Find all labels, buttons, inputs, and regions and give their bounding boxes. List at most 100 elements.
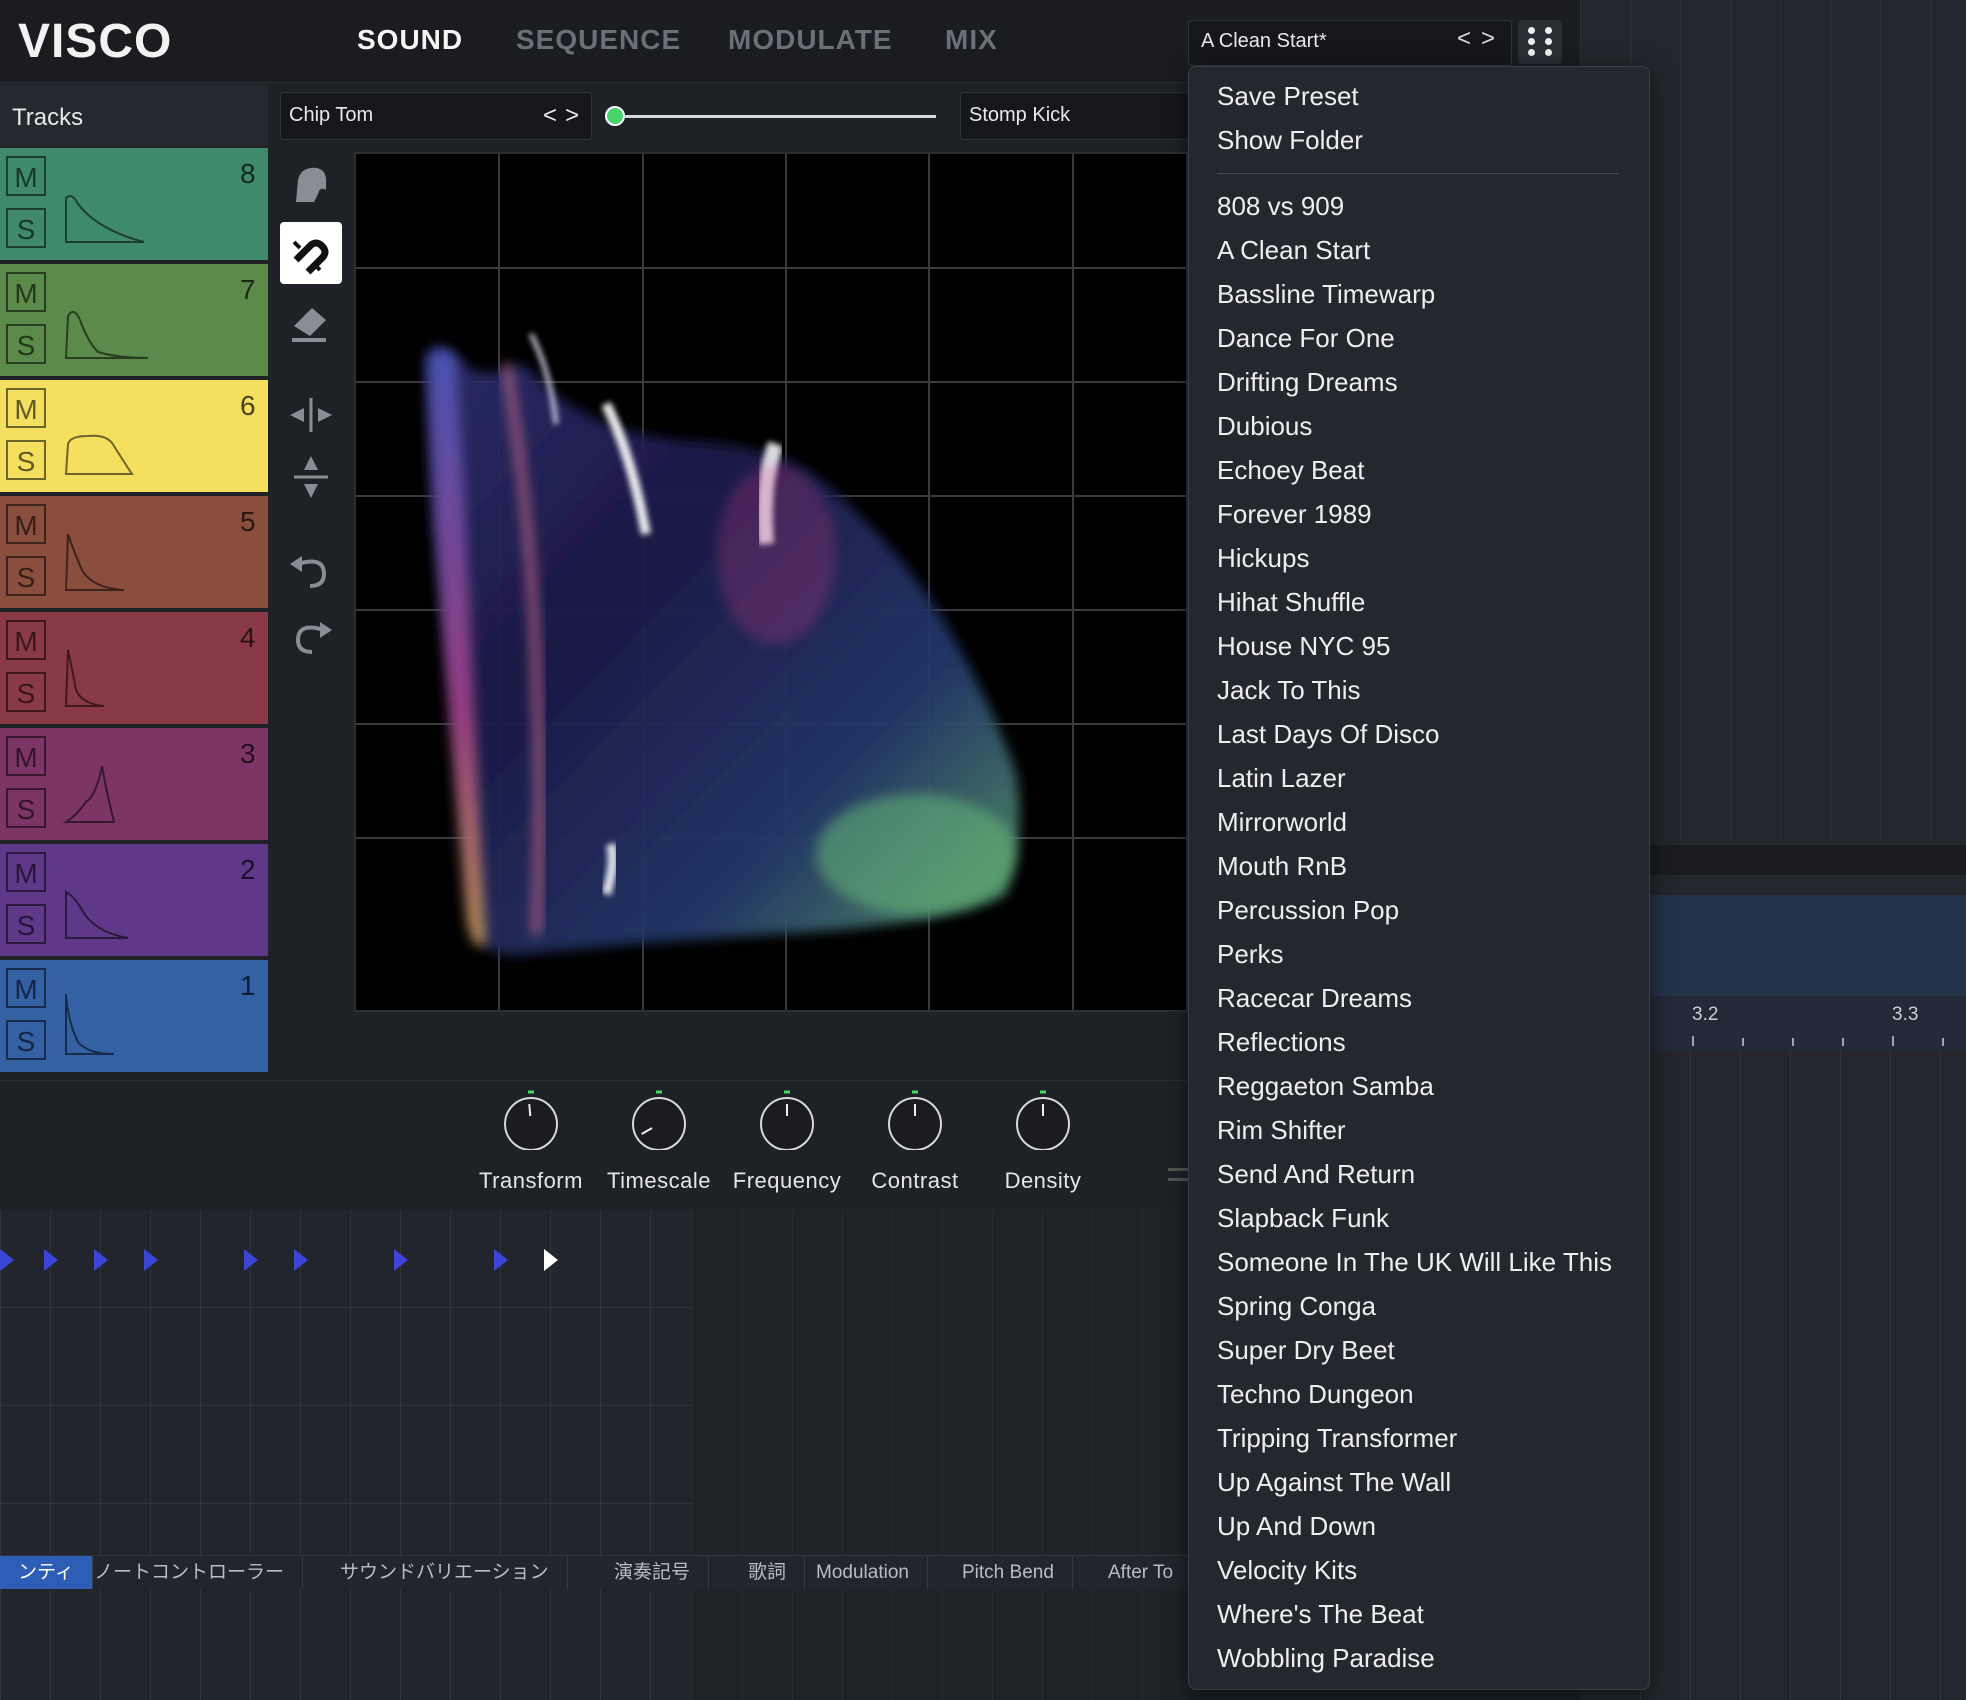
knob-contrast[interactable] bbox=[885, 1090, 945, 1151]
mute-button[interactable]: M bbox=[6, 156, 46, 196]
tab-sequence[interactable]: SEQUENCE bbox=[516, 24, 681, 56]
menu-item-preset[interactable]: Mouth RnB bbox=[1217, 851, 1347, 882]
menu-item-preset[interactable]: Up Against The Wall bbox=[1217, 1467, 1451, 1498]
mute-button[interactable]: M bbox=[6, 388, 46, 428]
menu-item-preset[interactable]: Hihat Shuffle bbox=[1217, 587, 1365, 618]
menu-item-preset[interactable]: Dance For One bbox=[1217, 323, 1395, 354]
note-marker[interactable] bbox=[94, 1249, 108, 1271]
menu-item-preset[interactable]: 808 vs 909 bbox=[1217, 191, 1344, 222]
mute-button[interactable]: M bbox=[6, 620, 46, 660]
track-row-8[interactable]: MS 8 bbox=[0, 148, 268, 260]
preset-name[interactable]: A Clean Start* bbox=[1201, 30, 1327, 53]
menu-item-preset[interactable]: Hickups bbox=[1217, 543, 1309, 574]
note-marker[interactable] bbox=[294, 1249, 308, 1271]
source-a-prev-button[interactable]: < bbox=[543, 102, 557, 130]
note-marker[interactable] bbox=[44, 1249, 58, 1271]
menu-item-preset[interactable]: Latin Lazer bbox=[1217, 763, 1346, 794]
mute-button[interactable]: M bbox=[6, 736, 46, 776]
track-row-6[interactable]: MS 6 bbox=[0, 380, 268, 492]
track-row-2[interactable]: MS 2 bbox=[0, 844, 268, 956]
menu-item-preset[interactable]: Mirrorworld bbox=[1217, 807, 1347, 838]
source-a-selector[interactable]: Chip Tom < > bbox=[280, 92, 592, 140]
track-row-4[interactable]: MS 4 bbox=[0, 612, 268, 724]
menu-item-preset[interactable]: Someone In The UK Will Like This bbox=[1217, 1247, 1612, 1278]
piano-roll-empty-area[interactable] bbox=[692, 1210, 1188, 1555]
menu-item-preset[interactable]: Where's The Beat bbox=[1217, 1599, 1424, 1630]
menu-item-preset[interactable]: Reflections bbox=[1217, 1027, 1346, 1058]
tab-mix[interactable]: MIX bbox=[945, 24, 998, 56]
menu-item-show-folder[interactable]: Show Folder bbox=[1217, 125, 1363, 156]
controller-tab[interactable]: Pitch Bend bbox=[944, 1556, 1073, 1589]
menu-item-preset[interactable]: Spring Conga bbox=[1217, 1291, 1376, 1322]
daw-track-lane[interactable] bbox=[1640, 895, 1966, 995]
solo-button[interactable]: S bbox=[6, 1020, 46, 1060]
note-marker[interactable] bbox=[244, 1249, 258, 1271]
menu-item-preset[interactable]: Bassline Timewarp bbox=[1217, 279, 1435, 310]
knob-density[interactable] bbox=[1013, 1090, 1073, 1151]
undo-icon[interactable] bbox=[280, 540, 342, 602]
controller-tab[interactable]: サウンドバリエーション bbox=[322, 1556, 568, 1589]
hand-tool-icon[interactable] bbox=[280, 156, 342, 218]
menu-item-preset[interactable]: Dubious bbox=[1217, 411, 1312, 442]
solo-button[interactable]: S bbox=[6, 440, 46, 480]
morph-slider-handle[interactable] bbox=[605, 106, 625, 126]
controller-tab[interactable]: 演奏記号 bbox=[596, 1556, 710, 1589]
menu-item-preset[interactable]: Wobbling Paradise bbox=[1217, 1643, 1435, 1674]
mute-button[interactable]: M bbox=[6, 852, 46, 892]
source-a-name[interactable]: Chip Tom bbox=[289, 104, 373, 127]
track-row-5[interactable]: MS 5 bbox=[0, 496, 268, 608]
controller-tab[interactable]: Modulation bbox=[798, 1556, 928, 1589]
source-b-name[interactable]: Stomp Kick bbox=[969, 104, 1070, 127]
more-options-button[interactable] bbox=[1518, 20, 1562, 64]
menu-item-preset[interactable]: Slapback Funk bbox=[1217, 1203, 1389, 1234]
resize-handle[interactable] bbox=[1168, 1168, 1188, 1171]
solo-button[interactable]: S bbox=[6, 672, 46, 712]
track-row-3[interactable]: MS 3 bbox=[0, 728, 268, 840]
menu-item-preset[interactable]: Forever 1989 bbox=[1217, 499, 1372, 530]
expand-horizontal-icon[interactable] bbox=[280, 384, 342, 446]
note-marker[interactable] bbox=[394, 1249, 408, 1271]
sound-shape-visual[interactable] bbox=[356, 154, 1186, 1010]
note-marker[interactable] bbox=[144, 1249, 158, 1271]
menu-item-preset[interactable]: Jack To This bbox=[1217, 675, 1361, 706]
source-a-next-button[interactable]: > bbox=[565, 102, 579, 130]
solo-button[interactable]: S bbox=[6, 556, 46, 596]
sound-shape-canvas[interactable] bbox=[354, 152, 1188, 1012]
track-row-7[interactable]: MS 7 bbox=[0, 264, 268, 376]
menu-item-preset[interactable]: Drifting Dreams bbox=[1217, 367, 1398, 398]
controller-tab[interactable]: ノートコントローラー bbox=[76, 1556, 304, 1589]
controller-lane-empty[interactable] bbox=[692, 1589, 1188, 1700]
knob-transform[interactable] bbox=[501, 1090, 561, 1151]
knob-timescale[interactable] bbox=[629, 1090, 689, 1151]
menu-item-preset[interactable]: Rim Shifter bbox=[1217, 1115, 1346, 1146]
tab-modulate[interactable]: MODULATE bbox=[728, 24, 893, 56]
menu-item-save-preset[interactable]: Save Preset bbox=[1217, 81, 1359, 112]
morph-slider-track[interactable] bbox=[616, 115, 936, 118]
mute-button[interactable]: M bbox=[6, 272, 46, 312]
preset-selector[interactable]: A Clean Start* < > bbox=[1188, 20, 1512, 66]
preset-next-button[interactable]: > bbox=[1481, 25, 1495, 53]
menu-item-preset[interactable]: Send And Return bbox=[1217, 1159, 1415, 1190]
note-marker[interactable] bbox=[544, 1249, 558, 1271]
menu-item-preset[interactable]: Echoey Beat bbox=[1217, 455, 1364, 486]
menu-item-preset[interactable]: House NYC 95 bbox=[1217, 631, 1390, 662]
eraser-tool-icon[interactable] bbox=[280, 290, 342, 352]
controller-lane[interactable] bbox=[0, 1589, 692, 1700]
controller-tab[interactable]: 歌詞 bbox=[730, 1556, 806, 1589]
mute-button[interactable]: M bbox=[6, 968, 46, 1008]
menu-item-preset[interactable]: Perks bbox=[1217, 939, 1283, 970]
menu-item-preset[interactable]: A Clean Start bbox=[1217, 235, 1370, 266]
track-row-1[interactable]: MS 1 bbox=[0, 960, 268, 1072]
redo-icon[interactable] bbox=[280, 606, 342, 668]
preset-prev-button[interactable]: < bbox=[1457, 25, 1471, 53]
note-marker[interactable] bbox=[0, 1249, 14, 1271]
menu-item-preset[interactable]: Racecar Dreams bbox=[1217, 983, 1412, 1014]
controller-tab[interactable]: After To bbox=[1090, 1556, 1193, 1589]
expand-vertical-icon[interactable] bbox=[280, 446, 342, 508]
menu-item-preset[interactable]: Up And Down bbox=[1217, 1511, 1376, 1542]
menu-item-preset[interactable]: Last Days Of Disco bbox=[1217, 719, 1440, 750]
resize-handle[interactable] bbox=[1168, 1178, 1188, 1181]
menu-item-preset[interactable]: Super Dry Beet bbox=[1217, 1335, 1395, 1366]
magnet-tool-icon[interactable] bbox=[280, 222, 342, 284]
solo-button[interactable]: S bbox=[6, 208, 46, 248]
